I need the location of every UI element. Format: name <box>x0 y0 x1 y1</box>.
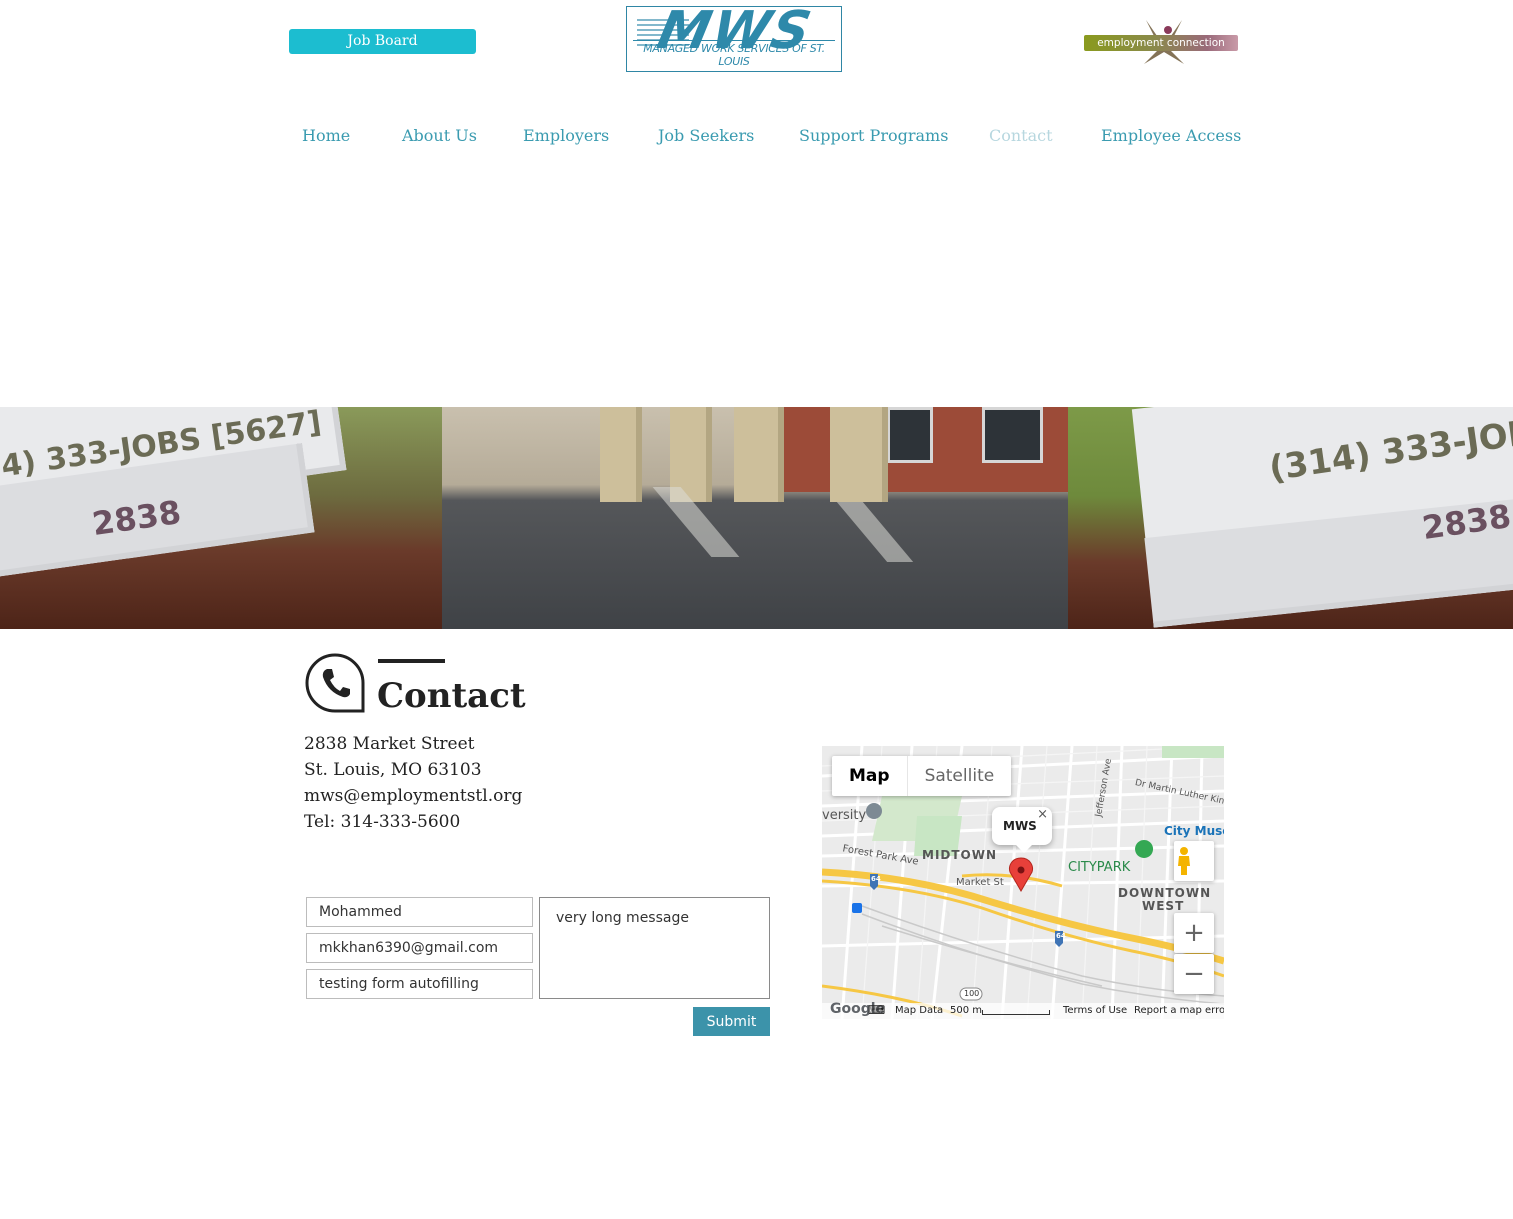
employment-connection-logo[interactable]: employment connection <box>1084 18 1238 66</box>
map-marker-label: MWS <box>1003 819 1037 833</box>
message-field[interactable]: very long message <box>539 897 770 999</box>
banner-photo-sign-left: 4) 333-JOBS [5627] 2838 <box>0 407 442 629</box>
partner-logo-text: employment connection <box>1097 37 1225 49</box>
map-info-window: MWS × <box>992 807 1052 853</box>
page-title: Contact <box>377 676 526 716</box>
zoom-out-button[interactable]: − <box>1174 954 1214 994</box>
submit-button[interactable]: Submit <box>693 1007 770 1036</box>
job-board-button[interactable]: Job Board <box>289 29 476 54</box>
name-field[interactable] <box>306 897 533 927</box>
email-field[interactable] <box>306 933 533 963</box>
nav-contact[interactable]: Contact <box>989 126 1053 145</box>
nav-about-us[interactable]: About Us <box>402 126 477 145</box>
subject-field[interactable] <box>306 969 533 999</box>
terms-of-use-link[interactable]: Terms of Use <box>1063 1005 1127 1016</box>
map-data-link[interactable]: Map Data <box>895 1005 943 1016</box>
map-type-satellite-button[interactable]: Satellite <box>908 756 1012 796</box>
nav-employee-access[interactable]: Employee Access <box>1101 126 1241 145</box>
map-label-hwy100: 100 <box>964 989 980 998</box>
banner-image-strip: 4) 333-JOBS [5627] 2838 (314) 333-JOBS 2… <box>0 407 1513 629</box>
map-label-downtown: DOWNTOWN <box>1118 886 1212 900</box>
map-footer: Google ⌨ Map Data 500 m Terms of Use Rep… <box>822 1001 1224 1019</box>
keyboard-icon[interactable]: ⌨ <box>868 1003 885 1017</box>
nav-home[interactable]: Home <box>302 126 350 145</box>
map-label-market-st: Market St <box>956 877 1004 888</box>
map-label-hwy64: 64 <box>871 875 881 883</box>
zoom-in-button[interactable]: + <box>1174 913 1214 953</box>
map-scale-bar <box>982 1010 1050 1015</box>
report-map-error-link[interactable]: Report a map error <box>1134 1005 1224 1016</box>
phone-icon <box>304 652 366 714</box>
google-map[interactable]: versity MIDTOWN CITYPARK DOWNTOWN WEST C… <box>822 746 1224 1019</box>
nav-employers[interactable]: Employers <box>523 126 609 145</box>
banner-photo-sign-right: (314) 333-JOBS 2838 <box>1068 407 1513 629</box>
nav-job-seekers[interactable]: Job Seekers <box>658 126 754 145</box>
close-icon[interactable]: × <box>1037 807 1048 822</box>
street-view-pegman-icon[interactable] <box>1174 841 1214 881</box>
address-line-2: St. Louis, MO 63103 <box>304 760 482 780</box>
map-label-city-museum: City Muse <box>1164 824 1224 838</box>
nav-support-programs[interactable]: Support Programs <box>799 126 948 145</box>
map-label-university: versity <box>822 808 867 823</box>
phone-number: Tel: 314-333-5600 <box>304 812 461 832</box>
map-label-hwy64-east: 64 <box>1056 932 1066 940</box>
map-label-west: WEST <box>1142 899 1185 913</box>
address-line-1: 2838 Market Street <box>304 734 475 754</box>
email-link[interactable]: mws@employmentstl.org <box>304 786 522 806</box>
map-type-toggle[interactable]: Map Satellite <box>832 756 1012 796</box>
logo-sub-text: MANAGED WORK SERVICES OF ST. LOUIS <box>633 40 835 68</box>
mws-logo[interactable]: MWS MANAGED WORK SERVICES OF ST. LOUIS <box>626 6 842 72</box>
map-label-citypark: CITYPARK <box>1068 860 1131 875</box>
map-scale: 500 m <box>950 1005 983 1016</box>
map-label-midtown: MIDTOWN <box>922 848 998 862</box>
map-type-map-button[interactable]: Map <box>832 756 908 796</box>
title-rule <box>378 659 445 663</box>
banner-photo-building <box>442 407 1068 629</box>
